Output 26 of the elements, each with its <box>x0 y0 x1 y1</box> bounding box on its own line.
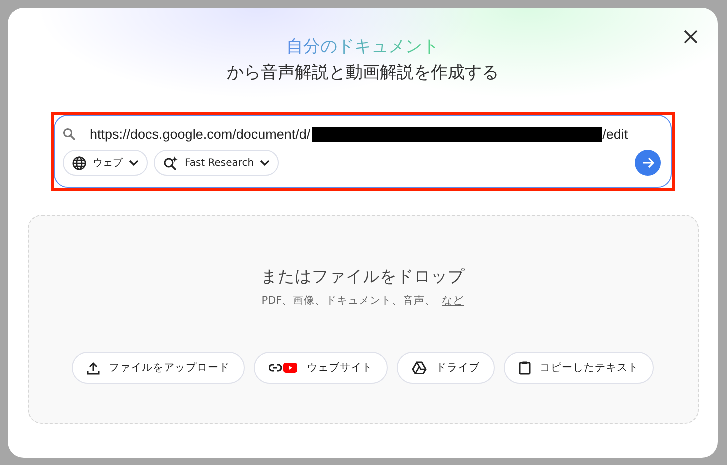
drop-title: またはファイルをドロップ <box>261 266 465 288</box>
triangle-icon <box>412 361 427 375</box>
chevron-down-icon <box>129 160 139 166</box>
source-button[interactable]: コピーしたテキスト <box>504 352 654 384</box>
arrow-right-icon <box>642 157 654 169</box>
source-chip[interactable]: ウェブ <box>63 150 148 176</box>
source-button[interactable]: ドライブ <box>397 352 495 384</box>
source-chip[interactable]: Fast Research <box>154 150 280 176</box>
upload-icon <box>87 362 100 374</box>
url-suffix: /edit <box>602 126 628 142</box>
chevron-down-icon <box>260 160 270 166</box>
dialog-title: から音声解説と動画解説を作成する <box>227 62 499 84</box>
search-box[interactable]: https://docs.google.com/document/d/ /edit ウェブ Fast Research <box>54 115 672 188</box>
drop-zone[interactable]: またはファイルをドロップ PDF、画像、ドキュメント、音声、 など ファイルをアップロード ウェブサイト ドライブ コピーしたテキスト <box>28 215 698 424</box>
supported-types: PDF、画像、ドキュメント、音声、 <box>262 294 436 308</box>
link-and-video-icon <box>269 362 298 374</box>
source-button[interactable]: ファイルをアップロード <box>72 352 245 384</box>
submit-button[interactable] <box>635 150 661 176</box>
source-button[interactable]: ウェブサイト <box>254 352 388 384</box>
url-text: https://docs.google.com/document/d/ <box>90 126 311 142</box>
globe-icon <box>72 156 87 170</box>
close-icon[interactable] <box>684 30 698 44</box>
search-icon <box>63 128 76 140</box>
sparkle-search-icon <box>163 156 179 170</box>
more-link[interactable]: など <box>442 294 464 308</box>
clipboard-icon <box>519 361 531 375</box>
